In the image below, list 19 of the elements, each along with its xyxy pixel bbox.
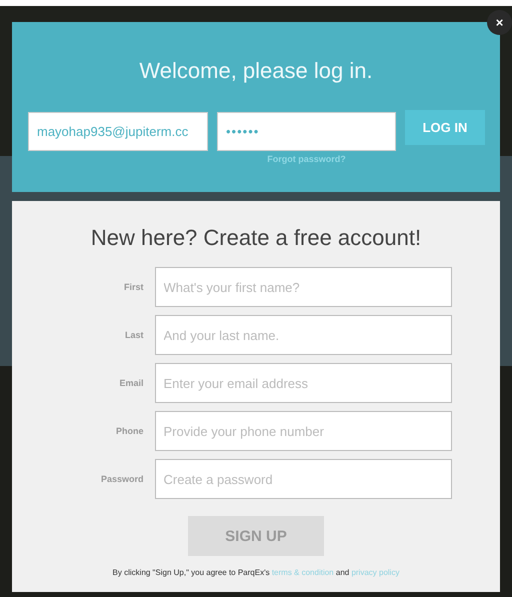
input-field[interactable]: And your last name. [154,315,452,355]
terms-link[interactable]: terms & condition [272,568,334,577]
input-field[interactable]: Enter your email address [154,363,452,403]
terms-text: By clicking "Sign Up," you agree to ParqEx's terms & condition and privacy policy [112,568,400,577]
forgot-password-link[interactable]: Forgot password? [267,154,346,164]
privacy-link[interactable]: privacy policy [351,568,400,577]
field-label: Email [118,378,144,388]
field-label: Password [100,474,144,484]
field-label: Phone [114,426,144,436]
email-input[interactable]: mayohap935@jupiterm.cc [28,112,208,151]
login-button[interactable]: LOG IN [405,110,485,145]
field-label: First [122,282,144,292]
input-field[interactable]: Provide your phone number [154,411,452,451]
password-input[interactable]: •••••• [217,112,396,151]
signup-title: New here? Create a free account! [90,225,422,251]
input-field[interactable]: Create a password [154,459,452,499]
field-label: Last [124,330,144,340]
input-field[interactable]: What's your first name? [154,267,452,307]
login-title: Welcome, please log in. [138,58,374,84]
